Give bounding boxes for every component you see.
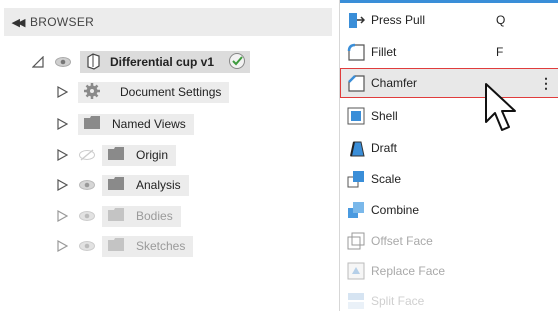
offset-face-icon xyxy=(347,232,365,250)
mouse-cursor-icon xyxy=(485,83,516,131)
scale-icon xyxy=(347,170,365,188)
folder-icon xyxy=(84,116,100,132)
menu-item-label: Press Pull xyxy=(371,13,426,27)
menu-item-scale[interactable]: Scale xyxy=(340,164,558,194)
expanded-triangle-icon[interactable] xyxy=(32,56,44,68)
eye-icon[interactable] xyxy=(78,240,96,252)
browser-panel: ◀◀ BROWSER Differential cup v1 Document … xyxy=(0,0,340,311)
menu-item-label: Chamfer xyxy=(371,76,418,90)
eye-icon[interactable] xyxy=(78,179,96,191)
shell-icon xyxy=(347,107,365,125)
collapsed-triangle-icon[interactable] xyxy=(56,149,68,161)
folder-icon xyxy=(108,147,124,163)
tree-item-bodies[interactable]: Bodies xyxy=(56,205,181,227)
more-options-icon[interactable]: ⋮ xyxy=(539,75,553,92)
gear-icon xyxy=(84,82,100,102)
menu-item-label: Draft xyxy=(371,141,398,155)
collapsed-triangle-icon[interactable] xyxy=(56,179,68,191)
combine-icon xyxy=(347,201,365,219)
root-component-box[interactable]: Differential cup v1 xyxy=(80,51,251,73)
modify-dropdown-menu: Press Pull Q Fillet F Chamfer ⋮ Shell Dr… xyxy=(339,0,558,311)
tree-item-box[interactable]: Bodies xyxy=(102,205,181,227)
tree-item-document-settings[interactable]: Document Settings xyxy=(56,81,230,103)
tree-item-box[interactable]: Named Views xyxy=(78,113,194,135)
eye-hidden-icon[interactable] xyxy=(78,149,96,161)
fillet-icon xyxy=(347,43,365,61)
chamfer-icon xyxy=(347,74,365,92)
eye-icon[interactable] xyxy=(78,210,96,222)
tree-root-row[interactable]: Differential cup v1 xyxy=(32,51,251,73)
collapsed-triangle-icon[interactable] xyxy=(56,86,68,98)
tree-item-box[interactable]: Analysis xyxy=(102,174,189,196)
collapsed-triangle-icon[interactable] xyxy=(56,240,68,252)
folder-icon xyxy=(108,208,124,224)
tree-item-label: Origin xyxy=(136,148,169,162)
menu-item-label: Combine xyxy=(371,203,420,217)
tree-item-named-views[interactable]: Named Views xyxy=(56,113,194,135)
root-component-label: Differential cup v1 xyxy=(110,55,215,69)
collapsed-triangle-icon[interactable] xyxy=(56,118,68,130)
menu-item-fillet[interactable]: Fillet F xyxy=(340,37,558,67)
split-face-icon xyxy=(347,292,365,310)
draft-icon xyxy=(347,139,365,157)
folder-icon xyxy=(108,177,124,193)
tree-item-label: Bodies xyxy=(136,209,173,223)
replace-face-icon xyxy=(347,262,365,280)
tree-item-label: Analysis xyxy=(136,178,181,192)
browser-header: ◀◀ BROWSER xyxy=(4,8,332,36)
activate-check-icon[interactable] xyxy=(228,52,246,73)
folder-icon xyxy=(108,238,124,254)
tree-item-label: Named Views xyxy=(112,117,186,131)
shortcut-key: F xyxy=(496,45,504,59)
menu-item-replace-face: Replace Face xyxy=(340,256,558,286)
menu-item-press-pull[interactable]: Press Pull Q xyxy=(340,5,558,35)
tree-item-box[interactable]: Sketches xyxy=(102,235,194,257)
tree-item-origin[interactable]: Origin xyxy=(56,144,177,166)
menu-item-split-face: Split Face xyxy=(340,286,558,316)
eye-icon[interactable] xyxy=(54,56,72,68)
menu-item-label: Split Face xyxy=(371,294,425,308)
menu-item-label: Offset Face xyxy=(371,234,433,248)
menu-item-offset-face: Offset Face xyxy=(340,226,558,256)
tree-item-sketches[interactable]: Sketches xyxy=(56,235,194,257)
collapse-panel-icon[interactable]: ◀◀ xyxy=(4,16,30,29)
menu-item-combine[interactable]: Combine xyxy=(340,195,558,225)
menu-item-label: Shell xyxy=(371,109,398,123)
tree-item-label: Sketches xyxy=(136,239,186,253)
menu-item-label: Scale xyxy=(371,172,402,186)
menu-item-label: Fillet xyxy=(371,45,397,59)
tree-item-label: Document Settings xyxy=(120,85,222,99)
press-pull-icon xyxy=(347,11,366,29)
tree-item-box[interactable]: Origin xyxy=(102,144,177,166)
browser-title: BROWSER xyxy=(30,15,95,29)
tree-item-box[interactable]: Document Settings xyxy=(78,81,230,103)
shortcut-key: Q xyxy=(496,13,506,27)
component-icon xyxy=(84,52,102,73)
collapsed-triangle-icon[interactable] xyxy=(56,210,68,222)
tree-item-analysis[interactable]: Analysis xyxy=(56,174,189,196)
menu-accent-bar xyxy=(340,0,558,3)
menu-item-label: Replace Face xyxy=(371,264,446,278)
